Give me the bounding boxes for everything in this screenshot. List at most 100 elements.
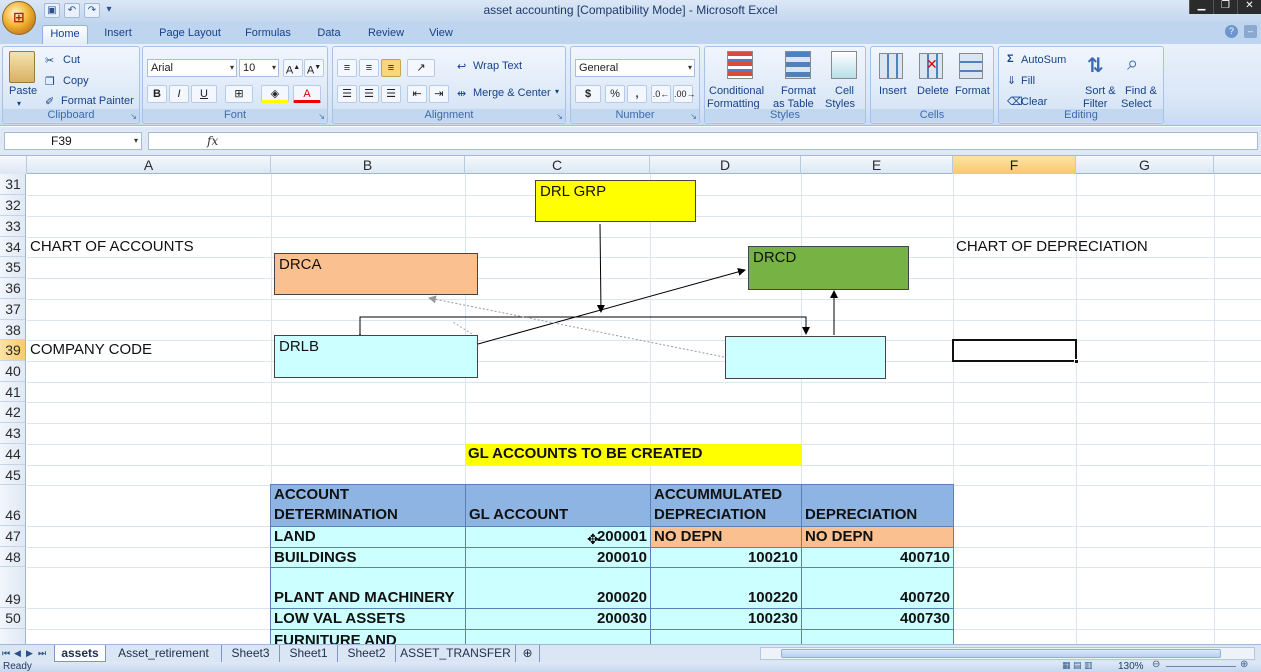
paste-icon[interactable] [9,51,35,83]
insert-cells-icon[interactable] [879,53,903,79]
tab-view[interactable]: View [418,25,464,44]
tab-formulas[interactable]: Formulas [236,25,300,44]
sheet-tab-assets[interactable]: assets [54,645,106,662]
font-name-select[interactable]: Arial ▾ [147,59,237,77]
row-header-41[interactable]: 41 [0,382,25,402]
format-painter-button[interactable]: Format Painter [61,95,134,107]
select-all-corner[interactable] [0,156,27,174]
copy-button[interactable]: Copy [63,75,89,87]
align-right-icon[interactable]: ☰ [381,85,401,103]
sheet-tab-asset-transfer[interactable]: ASSET_TRANSFER [396,645,516,662]
row-header-38[interactable]: 38 [0,320,25,340]
shape-drl-grp[interactable]: DRL GRP [535,180,696,222]
prev-sheet-icon[interactable]: ◀ [14,648,21,659]
autosum-button[interactable]: AutoSum [1021,54,1066,66]
column-header-f[interactable]: F [953,156,1076,174]
table-cell[interactable] [466,630,651,644]
increase-decimal-icon[interactable]: .0← [651,85,671,103]
zoom-out-icon[interactable]: ⊖ [1152,659,1160,670]
cell-styles-icon[interactable] [831,51,857,79]
delete-cells-icon[interactable]: ✕ [919,53,943,79]
align-middle-icon[interactable]: ≡ [359,59,379,77]
conditional-formatting-line1[interactable]: Conditional [709,85,764,97]
row-header-40[interactable]: 40 [0,361,25,382]
cell-a39[interactable]: COMPANY CODE [30,341,152,358]
table-cell[interactable]: LAND [271,527,466,548]
zoom-level[interactable]: 130% [1118,661,1144,672]
font-size-select[interactable]: 10 ▾ [239,59,279,77]
sheet-tab-asset-retirement[interactable]: Asset_retirement [106,645,222,662]
row-header-42[interactable]: 42 [0,402,25,423]
first-sheet-icon[interactable]: ⏮ [2,648,10,659]
row-header-51[interactable] [0,629,25,644]
column-header-b[interactable]: B [271,156,465,174]
page-view-icons[interactable]: ▦ ▤ ▥ [1062,660,1093,671]
tab-data[interactable]: Data [306,25,352,44]
table-cell[interactable]: 200001 [466,527,651,548]
fill-handle[interactable] [1074,359,1079,364]
sheet-tab-sheet2[interactable]: Sheet2 [338,645,396,662]
help-icon[interactable]: ? [1225,25,1238,38]
office-button[interactable]: ⊞ [2,1,36,35]
insert-sheet-icon[interactable]: ⊕ [516,645,540,662]
comma-button[interactable]: , [627,85,647,103]
table-cell[interactable]: BUILDINGS [271,548,466,568]
table-cell[interactable] [802,630,954,644]
table-cell[interactable]: 100220 [651,568,802,609]
restore-icon[interactable]: ❐ [1213,0,1237,14]
number-format-select[interactable]: General ▾ [575,59,695,77]
table-cell[interactable]: 200020 [466,568,651,609]
name-box[interactable]: F39 ▾ [4,132,142,150]
align-left-icon[interactable]: ☰ [337,85,357,103]
column-header-d[interactable]: D [650,156,801,174]
row-header-35[interactable]: 35 [0,257,25,278]
shape-drlb[interactable]: DRLB [274,335,478,378]
row-header-46[interactable]: 46 [0,485,25,526]
wrap-text-button[interactable]: Wrap Text [473,60,522,72]
percent-button[interactable]: % [605,85,625,103]
fill-color-icon[interactable]: ◈ [261,85,289,103]
shape-drcd[interactable]: DRCD [748,246,909,290]
find-select-line1[interactable]: Find & [1125,85,1157,97]
format-cells-button[interactable]: Format [955,85,990,97]
table-cell[interactable] [651,630,802,644]
grow-font-icon[interactable]: A▲ [283,59,303,77]
active-cell-f39[interactable] [952,339,1079,364]
format-as-table-line1[interactable]: Format [781,85,816,97]
row-header-45[interactable]: 45 [0,465,25,485]
horizontal-scrollbar[interactable] [760,647,1255,660]
column-header-e[interactable]: E [801,156,953,174]
tab-insert[interactable]: Insert [94,25,142,44]
row-header-44[interactable]: 44 [0,444,25,465]
row-header-49[interactable]: 49 [0,567,25,608]
insert-cells-button[interactable]: Insert [879,85,907,97]
table-cell[interactable]: 400730 [802,609,954,630]
sheet-tab-sheet3[interactable]: Sheet3 [222,645,280,662]
orientation-icon[interactable]: ↗ [407,59,435,77]
font-color-icon[interactable]: A [293,85,321,103]
table-cell[interactable]: 400720 [802,568,954,609]
table-cell[interactable]: LOW VAL ASSETS [271,609,466,630]
table-cell[interactable]: 200030 [466,609,651,630]
cell-c44[interactable]: GL ACCOUNTS TO BE CREATED [466,444,801,465]
conditional-formatting-icon[interactable] [727,51,753,79]
table-cell[interactable]: PLANT AND MACHINERY [271,568,466,609]
align-top-icon[interactable]: ≡ [337,59,357,77]
zoom-in-icon[interactable]: ⊕ [1240,659,1248,670]
sheet-tab-sheet1[interactable]: Sheet1 [280,645,338,662]
sort-filter-icon[interactable]: ⇅ [1087,53,1111,79]
table-cell[interactable]: 200010 [466,548,651,568]
last-sheet-icon[interactable]: ⏭ [38,648,46,659]
table-cell[interactable]: 100230 [651,609,802,630]
format-cells-icon[interactable] [959,53,983,79]
currency-button[interactable]: $ [575,85,601,103]
row-header-36[interactable]: 36 [0,278,25,299]
fill-button[interactable]: Fill [1021,75,1035,87]
row-header-47[interactable]: 47 [0,526,25,547]
worksheet[interactable]: CHART OF ACCOUNTS COMPANY CODE CHART OF … [27,174,1261,644]
row-header-48[interactable]: 48 [0,547,25,567]
table-cell[interactable]: 400710 [802,548,954,568]
shrink-font-icon[interactable]: A▼ [304,59,324,77]
scrollbar-thumb[interactable] [781,649,1221,658]
underline-button[interactable]: U [191,85,217,103]
